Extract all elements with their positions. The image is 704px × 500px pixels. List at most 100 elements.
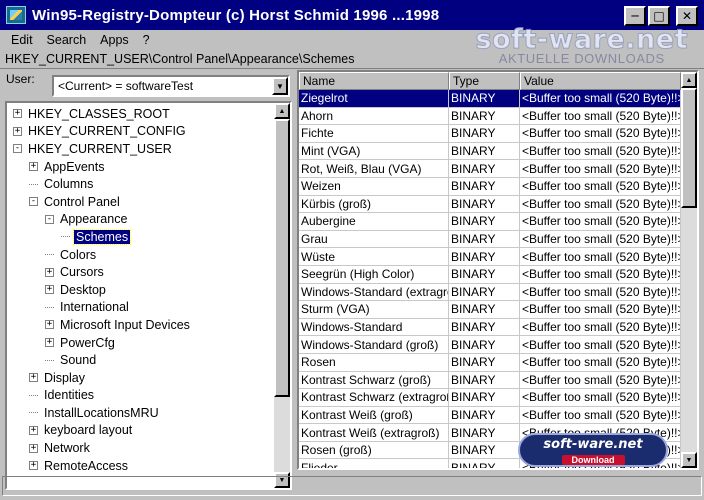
- tree-node[interactable]: + HKEY_CLASSES_ROOT: [7, 105, 275, 123]
- table-row[interactable]: Sturm (VGA) BINARY <Buffer too small (520 …: [299, 301, 681, 319]
- tree-connector: [45, 306, 54, 308]
- expand-icon[interactable]: +: [29, 443, 38, 453]
- tree-node[interactable]: + RemoteAccess: [7, 457, 275, 475]
- tree-node[interactable]: Colors: [7, 246, 275, 264]
- table-row[interactable]: Kontrast Schwarz (extragroß) BINARY <Buffe…: [299, 389, 681, 407]
- table-row[interactable]: Aubergine BINARY <Buffer too small (520 By…: [299, 213, 681, 231]
- app-icon[interactable]: [6, 6, 26, 24]
- tree-node[interactable]: + Network: [7, 439, 275, 457]
- table-row[interactable]: Kontrast Weiß (extragroß) BINARY <Buffer t…: [299, 424, 681, 442]
- table-row[interactable]: Grau BINARY <Buffer too small (520 Byte)!!…: [299, 230, 681, 249]
- type-cell: BINARY: [449, 160, 520, 177]
- tree-node-label: AppEvents: [44, 159, 105, 174]
- table-row[interactable]: Windows-Standard (groß) BINARY <Buffer too…: [299, 336, 681, 354]
- value-cell: <Buffer too small (520 Byte)!!>: [522, 424, 681, 441]
- tree-node[interactable]: Columns: [7, 175, 275, 193]
- type-cell: BINARY: [449, 301, 520, 318]
- tree-node[interactable]: - Control Panel: [7, 193, 275, 211]
- tree-rows: + HKEY_CLASSES_ROOT + HKEY_CURRENT_CONFIG - H…: [7, 105, 275, 474]
- type-cell: BINARY: [449, 265, 520, 283]
- table-row[interactable]: Windows-Standard (extragroß) BINARY <Buffe…: [299, 283, 681, 302]
- table-row[interactable]: Seegrün (High Color) BINARY <Buffer too sm…: [299, 265, 681, 284]
- table-row[interactable]: Weizen BINARY <Buffer too small (520 Byte)…: [299, 177, 681, 196]
- tree-node[interactable]: + Cursors: [7, 263, 275, 281]
- value-cell: <Buffer too small (520 Byte)!!>: [522, 336, 681, 353]
- tree-node[interactable]: - Appearance: [7, 211, 275, 229]
- table-row[interactable]: Kontrast Schwarz (groß) BINARY <Buffer too…: [299, 371, 681, 390]
- tree-scrollbar[interactable]: ▲ ▼: [274, 103, 290, 488]
- scroll-thumb[interactable]: [274, 119, 290, 397]
- collapse-icon[interactable]: -: [13, 144, 22, 154]
- table-row[interactable]: Kürbis (groß) BINARY <Buffer too small (52…: [299, 195, 681, 214]
- expand-icon[interactable]: +: [45, 267, 54, 277]
- table-row[interactable]: Mint (VGA) BINARY <Buffer too small (520 B…: [299, 142, 681, 161]
- type-cell: BINARY: [449, 441, 520, 459]
- table-row[interactable]: Windows-Standard BINARY <Buffer too small …: [299, 318, 681, 337]
- collapse-icon[interactable]: -: [29, 197, 38, 207]
- chevron-down-icon[interactable]: ▼: [272, 77, 288, 95]
- menu-search[interactable]: Search: [40, 33, 94, 47]
- value-cell: <Buffer too small (520 Byte)!!>: [522, 248, 681, 265]
- column-name-header[interactable]: Name: [299, 72, 449, 90]
- name-cell: Kontrast Weiß (extragroß): [299, 424, 449, 441]
- status-bar: [2, 476, 702, 496]
- tree-node[interactable]: Sound: [7, 351, 275, 369]
- table-row[interactable]: Wüste BINARY <Buffer too small (520 Byte)!…: [299, 248, 681, 266]
- tree-node[interactable]: InstallLocationsMRU: [7, 404, 275, 422]
- tree-node[interactable]: Identities: [7, 387, 275, 405]
- tree-node[interactable]: + keyboard layout: [7, 422, 275, 440]
- tree-node-label: Cursors: [60, 265, 104, 280]
- close-button[interactable]: ✕: [676, 6, 698, 26]
- name-cell: Wüste: [299, 248, 449, 265]
- scroll-up-icon[interactable]: ▲: [274, 103, 290, 119]
- minimize-button[interactable]: ─: [624, 6, 646, 26]
- table-row[interactable]: Rot, Weiß, Blau (VGA) BINARY <Buffer too s…: [299, 160, 681, 178]
- menu-edit[interactable]: Edit: [4, 33, 40, 47]
- scroll-down-icon[interactable]: ▼: [681, 452, 697, 468]
- expand-icon[interactable]: +: [29, 162, 38, 172]
- table-row[interactable]: Rosen (groß) BINARY <Buffer too small (520…: [299, 441, 681, 460]
- tree-node-label: Schemes: [72, 228, 132, 245]
- expand-icon[interactable]: +: [45, 338, 54, 348]
- table-row[interactable]: Kontrast Weiß (groß) BINARY <Buffer too sm…: [299, 406, 681, 425]
- tree-node[interactable]: + Microsoft Input Devices: [7, 316, 275, 334]
- values-list[interactable]: Name Type Value Ziegelrot BINARY <Buffer t…: [297, 70, 699, 470]
- type-cell: BINARY: [449, 353, 520, 371]
- tree-node[interactable]: + Display: [7, 369, 275, 387]
- user-select[interactable]: <Current> = softwareTest ▼: [52, 75, 290, 97]
- table-row[interactable]: Flieder BINARY <Buffer too small (520 Byte…: [299, 459, 681, 468]
- menu-help[interactable]: ?: [136, 33, 157, 47]
- name-cell: Flieder: [299, 459, 449, 468]
- expand-icon[interactable]: +: [29, 425, 38, 435]
- column-value-header[interactable]: Value: [520, 72, 681, 90]
- tree-node[interactable]: + PowerCfg: [7, 334, 275, 352]
- expand-icon[interactable]: +: [13, 109, 22, 119]
- tree-connector: [29, 412, 38, 414]
- expand-icon[interactable]: +: [45, 320, 54, 330]
- expand-icon[interactable]: +: [45, 285, 54, 295]
- registry-tree[interactable]: + HKEY_CLASSES_ROOT + HKEY_CURRENT_CONFIG - H…: [5, 101, 292, 490]
- tree-node[interactable]: + Desktop: [7, 281, 275, 299]
- expand-icon[interactable]: +: [29, 373, 38, 383]
- scroll-thumb[interactable]: [681, 88, 697, 208]
- table-row[interactable]: Fichte BINARY <Buffer too small (520 Byte)…: [299, 125, 681, 143]
- tree-node[interactable]: Schemes: [7, 228, 275, 246]
- tree-node-label: Columns: [44, 177, 94, 192]
- tree-node[interactable]: + HKEY_CURRENT_CONFIG: [7, 123, 275, 141]
- expand-icon[interactable]: +: [13, 126, 22, 136]
- maximize-button[interactable]: □: [648, 6, 670, 26]
- tree-node[interactable]: - HKEY_CURRENT_USER: [7, 140, 275, 158]
- menu-apps[interactable]: Apps: [93, 33, 136, 47]
- collapse-icon[interactable]: -: [45, 214, 54, 224]
- table-row[interactable]: Ahorn BINARY <Buffer too small (520 Byte)!…: [299, 107, 681, 126]
- tree-node[interactable]: International: [7, 299, 275, 317]
- table-row[interactable]: Rosen BINARY <Buffer too small (520 Byte)!…: [299, 353, 681, 372]
- tree-node[interactable]: + AppEvents: [7, 158, 275, 176]
- table-row[interactable]: Ziegelrot BINARY <Buffer too small (520 By…: [299, 90, 681, 108]
- list-scrollbar[interactable]: ▲ ▼: [681, 72, 697, 468]
- expand-icon[interactable]: +: [29, 461, 38, 471]
- scroll-up-icon[interactable]: ▲: [681, 72, 697, 88]
- value-cell: <Buffer too small (520 Byte)!!>: [522, 213, 681, 230]
- column-type-header[interactable]: Type: [449, 72, 520, 90]
- value-cell: <Buffer too small (520 Byte)!!>: [522, 389, 681, 406]
